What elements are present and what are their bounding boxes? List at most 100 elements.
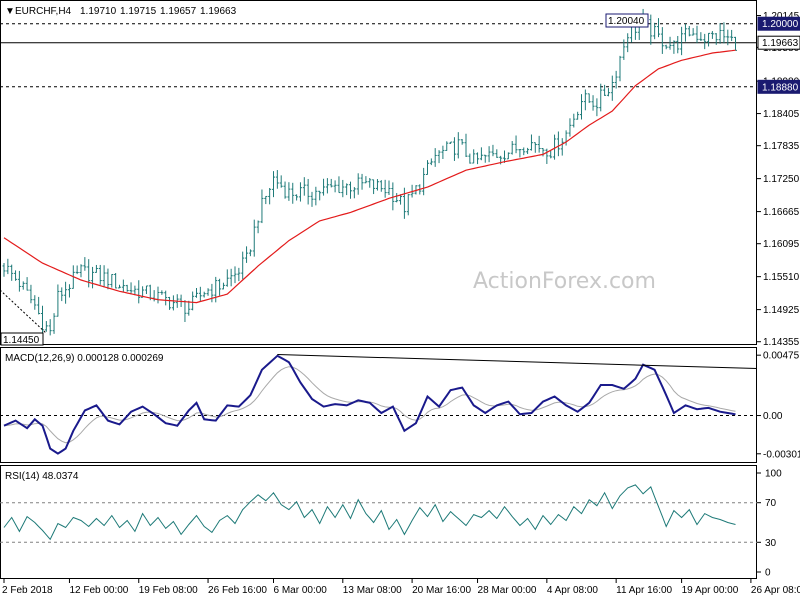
ohlc-bar — [445, 141, 449, 151]
ohlc-bar — [187, 300, 191, 316]
price-tick-label: 1.18405 — [763, 109, 800, 120]
ohlc-bar — [395, 193, 399, 203]
ohlc-bar — [94, 264, 98, 273]
time-axis: 2 Feb 2018 12 Feb 00:00 19 Feb 08:00 26 Feb… — [2, 579, 800, 596]
ohlc-bar — [483, 154, 487, 163]
ohlc-bar — [291, 182, 295, 204]
ohlc-bar — [379, 180, 383, 192]
ohlc-bar — [402, 187, 406, 219]
ohlc-bar — [649, 14, 653, 45]
ohlc-bar — [91, 266, 95, 289]
macd-tick-label: -0.003011 — [763, 449, 800, 460]
ohlc-bar — [452, 137, 456, 161]
ohlc-bar — [295, 194, 299, 201]
price-tag-1.18880: 1.18880 — [757, 79, 800, 94]
time-tick-label: 26 Feb 16:00 — [208, 585, 267, 596]
ohlc-bar — [583, 89, 587, 111]
ohlc-bar — [426, 160, 429, 175]
price-levels — [0, 23, 757, 88]
ohlc-bar — [429, 158, 433, 166]
ohlc-bar — [168, 296, 172, 310]
ohlc-bar — [476, 152, 480, 165]
time-tick-label: 2 Feb 2018 — [2, 585, 53, 596]
ohlc-bar — [364, 176, 368, 184]
ohlc-bar — [375, 179, 379, 191]
ohlc-bar — [264, 195, 268, 205]
ohlc-bar — [14, 270, 18, 281]
ohlc-bar — [98, 264, 102, 285]
ohlc-bar — [587, 93, 591, 103]
rsi-tick-label: 30 — [765, 538, 777, 549]
macd-trendline-path — [277, 354, 758, 370]
svg-text:1.20000: 1.20000 — [762, 19, 799, 30]
rsi-line — [3, 484, 736, 541]
time-tick-label: 6 Mar 00:00 — [274, 585, 328, 596]
ohlc-bar — [472, 149, 476, 164]
ohlc-bar — [406, 194, 410, 216]
ohlc-bar — [79, 264, 83, 278]
ohlc-bar — [468, 153, 472, 164]
ohlc-bar — [441, 145, 445, 160]
ohlc-bar — [125, 284, 129, 292]
ohlc-bar — [202, 291, 206, 298]
rsi-axis: 100 70 30 0 — [757, 469, 782, 579]
ohlc-bar — [514, 135, 518, 154]
ohlc-bar — [221, 282, 225, 290]
ohlc-bar — [591, 95, 595, 111]
ohlc-bar — [329, 178, 333, 188]
ohlc-bar — [368, 178, 372, 188]
watermark: ActionForex.com — [473, 269, 656, 294]
symbol-dropdown-icon[interactable]: ▼ — [5, 6, 15, 17]
ohlc-bar — [133, 285, 137, 296]
ohlc-bar — [545, 148, 549, 164]
ohlc-bar — [603, 84, 607, 96]
ohlc-low: 1.19657 — [160, 6, 197, 17]
ohlc-bar — [252, 219, 256, 257]
ohlc-bar — [83, 257, 87, 271]
ohlc-bar — [522, 147, 526, 156]
ohlc-close: 1.19663 — [200, 6, 237, 17]
ohlc-bar — [560, 138, 564, 156]
ohlc-bar — [44, 321, 48, 332]
annotation-low-label: 1.14450 — [3, 335, 40, 346]
ohlc-bar — [387, 180, 391, 196]
ohlc-bar — [657, 18, 660, 38]
rsi-tick-label: 100 — [765, 469, 782, 480]
rsi-path — [3, 484, 736, 541]
time-tick-label: 4 Apr 08:00 — [547, 585, 599, 596]
ohlc-bar — [495, 149, 499, 158]
time-tick-label: 20 Mar 16:00 — [412, 585, 471, 596]
ohlc-bar — [460, 139, 464, 145]
ohlc-bar — [691, 28, 695, 36]
ohlc-bar — [660, 27, 664, 54]
chart-canvas: ActionForex.com 1.201451.195801.189801.1… — [0, 0, 800, 596]
svg-text:1.19663: 1.19663 — [762, 38, 799, 49]
moving-average — [3, 49, 736, 304]
ohlc-bar — [287, 182, 291, 201]
time-tick-label: 13 Mar 08:00 — [343, 585, 402, 596]
ohlc-bar — [356, 173, 360, 195]
ohlc-bar — [6, 258, 10, 275]
ohlc-bar — [506, 152, 510, 160]
ohlc-bar — [118, 284, 121, 289]
ohlc-bar — [718, 23, 722, 44]
ohlc-bar — [680, 26, 684, 56]
ohlc-bar — [337, 176, 341, 194]
ohlc-bar — [345, 183, 349, 196]
ohlc-bar — [325, 178, 329, 194]
ohlc-bar — [64, 281, 68, 304]
rsi-title: RSI(14) 48.0374 — [5, 471, 79, 482]
ohlc-bar — [703, 33, 707, 50]
ohlc-bar — [29, 284, 33, 304]
ohlc-bar — [464, 133, 468, 158]
ohlc-bar — [33, 295, 37, 310]
ohlc-bar — [722, 22, 726, 44]
ohlc-bar — [595, 98, 599, 117]
ohlc-bar — [210, 283, 214, 303]
ohlc-bar — [695, 25, 699, 44]
ohlc-bar — [241, 251, 245, 280]
ohlc-bar — [372, 179, 376, 195]
price-tick-label: 1.16665 — [763, 207, 800, 218]
macd-trendline — [277, 354, 758, 370]
macd-main-line — [3, 354, 736, 455]
